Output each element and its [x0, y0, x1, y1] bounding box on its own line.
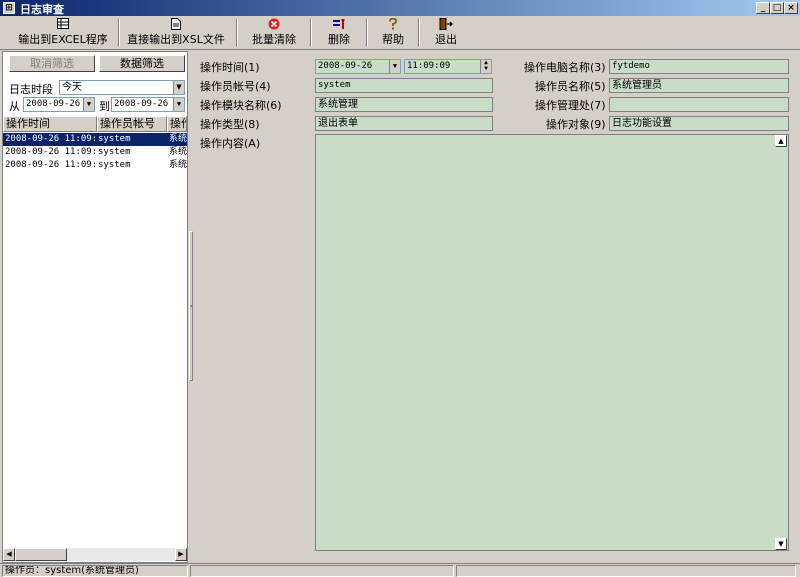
export-excel-button[interactable]: 输出到EXCEL程序: [8, 18, 118, 48]
content-textarea[interactable]: [315, 134, 789, 551]
cell-account: system: [98, 134, 131, 144]
time-label: 操作时间(1): [200, 61, 260, 74]
period-value: 今天: [62, 82, 82, 93]
export-xml-button[interactable]: 直接输出到XSL文件: [124, 18, 228, 48]
log-grid: 操作时间 操作员帐号 操作 2008-09-26 11:09: system 系…: [3, 116, 187, 546]
help-icon: [372, 17, 414, 33]
cancel-filter-button[interactable]: 取消筛选: [9, 55, 95, 72]
time-field[interactable]: 11:09:09 ▲ ▼: [404, 59, 492, 74]
from-date-picker[interactable]: 2008-09-26 ▼: [23, 97, 95, 112]
scroll-left-icon[interactable]: ◀: [3, 548, 15, 561]
window-title: 日志审查: [20, 3, 64, 16]
exit-label: 退出: [435, 33, 457, 46]
date-value: 2008-09-26: [318, 61, 373, 71]
chevron-down-icon[interactable]: ▼: [173, 81, 184, 94]
column-header-operation[interactable]: 操作: [167, 116, 187, 132]
chevron-down-icon[interactable]: ▼: [173, 98, 184, 111]
from-date-value: 2008-09-26: [26, 99, 81, 109]
toolbar-separator: [366, 19, 368, 47]
help-label: 帮助: [382, 33, 404, 46]
date-field[interactable]: 2008-09-26 ▼: [315, 59, 401, 74]
manager-label: 操作管理处(7): [535, 99, 606, 112]
type-field[interactable]: 退出表单: [315, 116, 493, 131]
to-date-value: 2008-09-26: [114, 99, 169, 109]
operator-name-label: 操作员名称(5): [535, 80, 606, 93]
manager-field[interactable]: [609, 97, 789, 112]
toolbar-separator: [310, 19, 312, 47]
scroll-up-icon[interactable]: ▲: [775, 135, 787, 147]
object-field[interactable]: 日志功能设置: [609, 116, 789, 131]
red-x-icon: [244, 18, 304, 33]
status-panel: [456, 565, 796, 577]
title-bar: ⊞ 日志审查 _ □ ×: [0, 0, 800, 16]
cell-time: 2008-09-26 11:09:: [5, 134, 95, 144]
to-label: 到: [99, 100, 110, 113]
column-header-time[interactable]: 操作时间: [3, 116, 97, 132]
table-row[interactable]: 2008-09-26 11:09: system 系统: [3, 146, 187, 159]
toolbar-separator: [236, 19, 238, 47]
close-button[interactable]: ×: [784, 2, 798, 14]
content-label: 操作内容(A): [200, 137, 261, 150]
help-button[interactable]: 帮助: [372, 17, 414, 48]
period-select[interactable]: 今天 ▼: [59, 80, 185, 95]
data-filter-button[interactable]: 数据筛选: [99, 55, 185, 72]
from-label: 从: [9, 100, 20, 113]
module-label: 操作模块名称(6): [200, 99, 282, 112]
module-field[interactable]: 系统管理: [315, 97, 493, 112]
table-row[interactable]: 2008-09-26 11:09: system 系统: [3, 133, 187, 146]
status-panel: [190, 565, 454, 577]
computer-field[interactable]: fytdemo: [609, 59, 789, 74]
chevron-down-icon[interactable]: ▼: [83, 98, 94, 111]
cell-time: 2008-09-26 11:09:: [5, 147, 95, 157]
cell-operation: 系统: [169, 134, 187, 144]
splitter-arrow-icon[interactable]: ›: [189, 231, 193, 381]
column-header-account[interactable]: 操作员帐号: [97, 116, 167, 132]
toolbar: 输出到EXCEL程序 直接输出到XSL文件 批量清除 删除 帮助 退出: [0, 16, 800, 50]
to-date-picker[interactable]: 2008-09-26 ▼: [111, 97, 185, 112]
table-icon: [8, 18, 118, 33]
minimize-button[interactable]: _: [756, 2, 770, 14]
computer-label: 操作电脑名称(3): [524, 61, 606, 74]
cell-operation: 系统: [169, 160, 187, 170]
delete-button[interactable]: 删除: [316, 18, 362, 48]
scroll-right-icon[interactable]: ▶: [175, 548, 187, 561]
period-label: 日志时段: [9, 83, 53, 96]
cell-time: 2008-09-26 11:09:: [5, 160, 95, 170]
account-field[interactable]: system: [315, 78, 493, 93]
cell-account: system: [98, 160, 131, 170]
app-icon: ⊞: [3, 2, 15, 14]
detail-pane: 操作时间(1) 2008-09-26 ▼ 11:09:09 ▲ ▼ 操作电脑名称(…: [194, 51, 798, 563]
table-row[interactable]: 2008-09-26 11:09: system 系统: [3, 159, 187, 172]
status-operator: 操作员：system(系统管理员): [2, 565, 188, 577]
status-bar: 操作员：system(系统管理员): [0, 563, 800, 577]
toolbar-separator: [118, 19, 120, 47]
delete-label: 删除: [328, 33, 350, 46]
document-icon: [124, 18, 228, 33]
cell-operation: 系统: [169, 147, 187, 157]
type-label: 操作类型(8): [200, 118, 260, 131]
filter-pane: 取消筛选 数据筛选 日志时段 今天 ▼ 从 2008-09-26 ▼ 到 200…: [2, 51, 188, 563]
batch-clear-label: 批量清除: [252, 33, 296, 46]
object-label: 操作对象(9): [546, 118, 606, 131]
exit-button[interactable]: 退出: [424, 18, 468, 48]
chevron-down-icon[interactable]: ▼: [389, 60, 400, 73]
scroll-down-icon[interactable]: ▼: [775, 538, 787, 550]
account-label: 操作员帐号(4): [200, 80, 271, 93]
horizontal-scrollbar[interactable]: ◀ ▶: [3, 548, 187, 561]
exit-door-icon: [424, 18, 468, 33]
spin-icon[interactable]: ▲ ▼: [480, 60, 491, 73]
time-value: 11:09:09: [407, 61, 451, 71]
operator-name-field[interactable]: 系统管理员: [609, 78, 789, 93]
export-excel-label: 输出到EXCEL程序: [18, 33, 108, 46]
maximize-button[interactable]: □: [770, 2, 784, 14]
batch-clear-button[interactable]: 批量清除: [244, 18, 304, 48]
scroll-thumb[interactable]: [15, 548, 67, 561]
delete-icon: [316, 18, 362, 33]
export-xml-label: 直接输出到XSL文件: [127, 33, 225, 46]
cell-account: system: [98, 147, 131, 157]
toolbar-separator: [418, 19, 420, 47]
